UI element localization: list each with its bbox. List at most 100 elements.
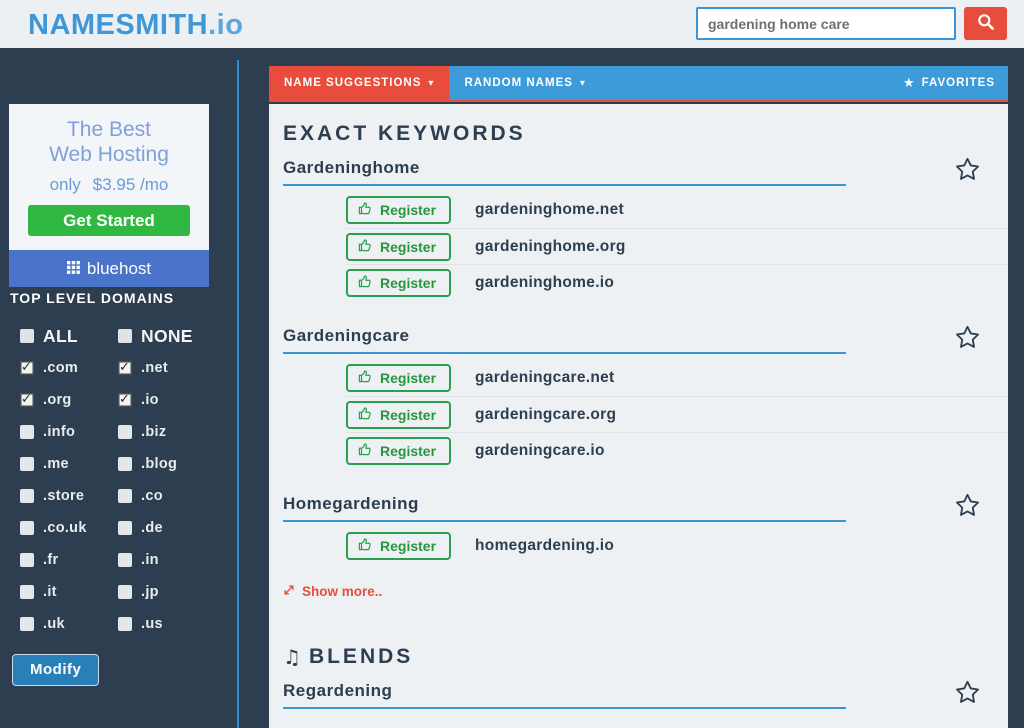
favorites-link[interactable]: ★ FAVORITES <box>890 66 1008 100</box>
checkbox-icon[interactable] <box>118 617 132 631</box>
section-heading-blends: ♫ BLENDS <box>283 645 1008 669</box>
tld-option-all[interactable]: ALL <box>20 326 118 347</box>
register-button[interactable]: Register <box>346 364 451 392</box>
group-title: Gardeningcare <box>283 326 846 354</box>
register-button[interactable]: Register <box>346 233 451 261</box>
tld-option-jp[interactable]: .jp <box>118 584 216 600</box>
tab-name-suggestions[interactable]: NAME SUGGESTIONS ▾ <box>269 66 449 100</box>
thumbs-up-icon <box>358 201 373 219</box>
register-button[interactable]: Register <box>346 196 451 224</box>
domain-name: gardeningcare.io <box>475 442 605 460</box>
checkbox-icon[interactable] <box>118 585 132 599</box>
thumbs-up-icon <box>358 238 373 256</box>
chevron-down-icon: ▾ <box>428 78 434 89</box>
domain-row: Register gardeninghome.io <box>346 264 1008 300</box>
ad-headline-line2: Web Hosting <box>9 142 209 167</box>
favorite-star-icon[interactable] <box>954 679 981 709</box>
register-button[interactable]: Register <box>346 401 451 429</box>
show-more-link[interactable]: Show more.. <box>283 584 382 599</box>
modify-button[interactable]: Modify <box>12 654 99 686</box>
domain-row: Register gardeninghome.org <box>346 228 1008 264</box>
register-button[interactable]: Register <box>346 437 451 465</box>
checkbox-icon[interactable] <box>20 393 34 407</box>
page: NAMESMITH.io The Best Web Hosting only $… <box>0 0 1024 728</box>
tld-option-info[interactable]: .info <box>20 424 118 440</box>
tld-option-store[interactable]: .store <box>20 488 118 504</box>
grid-icon <box>67 259 80 279</box>
tld-option-uk[interactable]: .uk <box>20 616 118 632</box>
checkbox-icon[interactable] <box>118 457 132 471</box>
section-heading-exact-keywords: EXACT KEYWORDS <box>283 122 1008 146</box>
tld-row: .org .io <box>20 384 232 416</box>
tld-option-none[interactable]: NONE <box>118 326 216 347</box>
checkbox-icon[interactable] <box>20 553 34 567</box>
domain-row: Register gardeningcare.io <box>346 432 1008 468</box>
checkbox-icon[interactable] <box>20 425 34 439</box>
tld-option-co[interactable]: .co <box>118 488 216 504</box>
ad-body: The Best Web Hosting only $3.95 /mo Get … <box>9 104 209 250</box>
tld-option-in[interactable]: .in <box>118 552 216 568</box>
thumbs-up-icon <box>358 442 373 460</box>
domain-name: homegardening.io <box>475 537 614 555</box>
checkbox-icon[interactable] <box>118 521 132 535</box>
checkbox-icon[interactable] <box>20 521 34 535</box>
domain-name: gardeningcare.org <box>475 406 616 424</box>
checkbox-icon[interactable] <box>118 329 132 343</box>
group-title: Gardeninghome <box>283 158 846 186</box>
tld-row: .co.uk .de <box>20 512 232 544</box>
tld-row: .fr .in <box>20 544 232 576</box>
tab-random-names[interactable]: RANDOM NAMES ▾ <box>449 66 601 100</box>
search-icon <box>976 12 996 35</box>
tld-option-com[interactable]: .com <box>20 360 118 376</box>
checkbox-icon[interactable] <box>20 361 34 375</box>
hosting-ad[interactable]: The Best Web Hosting only $3.95 /mo Get … <box>9 104 209 287</box>
sidebar-divider <box>237 60 239 728</box>
domain-row: Register homegardening.io <box>346 528 1008 564</box>
register-button[interactable]: Register <box>346 269 451 297</box>
domain-name: gardeningcare.net <box>475 369 614 387</box>
checkbox-icon[interactable] <box>20 329 34 343</box>
register-button[interactable]: Register <box>346 532 451 560</box>
favorite-star-icon[interactable] <box>954 492 981 522</box>
tld-option-it[interactable]: .it <box>20 584 118 600</box>
tld-option-us[interactable]: .us <box>118 616 216 632</box>
group-title: Homegardening <box>283 494 846 522</box>
tld-option-couk[interactable]: .co.uk <box>20 520 118 536</box>
site-logo[interactable]: NAMESMITH.io <box>28 9 243 42</box>
domain-name: gardeninghome.io <box>475 274 614 292</box>
ad-brand-bar[interactable]: bluehost <box>9 250 209 287</box>
domain-name: gardeninghome.net <box>475 201 624 219</box>
tld-row: .it .jp <box>20 576 232 608</box>
checkbox-icon[interactable] <box>20 457 34 471</box>
domain-row: Register gardeninghome.net <box>346 192 1008 228</box>
favorite-star-icon[interactable] <box>954 156 981 186</box>
keyword-group-gardeningcare: Gardeningcare Register gardeningcare.net <box>283 326 1008 468</box>
thumbs-up-icon <box>358 406 373 424</box>
get-started-button[interactable]: Get Started <box>28 205 190 236</box>
tld-filter-list: ALL NONE .com .net .org . <box>20 320 232 640</box>
checkbox-icon[interactable] <box>118 361 132 375</box>
tld-heading: TOP LEVEL DOMAINS <box>10 290 174 306</box>
chevron-down-icon: ▾ <box>580 78 586 89</box>
tld-option-me[interactable]: .me <box>20 456 118 472</box>
tld-option-org[interactable]: .org <box>20 392 118 408</box>
tld-option-io[interactable]: .io <box>118 392 216 408</box>
ad-brand-name: bluehost <box>87 259 151 279</box>
checkbox-icon[interactable] <box>20 617 34 631</box>
checkbox-icon[interactable] <box>118 553 132 567</box>
tld-option-net[interactable]: .net <box>118 360 216 376</box>
checkbox-icon[interactable] <box>118 425 132 439</box>
favorite-star-icon[interactable] <box>954 324 981 354</box>
tld-option-fr[interactable]: .fr <box>20 552 118 568</box>
checkbox-icon[interactable] <box>118 393 132 407</box>
tld-option-de[interactable]: .de <box>118 520 216 536</box>
search-button[interactable] <box>964 7 1007 40</box>
checkbox-icon[interactable] <box>20 585 34 599</box>
tld-option-biz[interactable]: .biz <box>118 424 216 440</box>
keyword-group-gardeninghome: Gardeninghome Register gardeninghome.net <box>283 158 1008 300</box>
search-input[interactable] <box>696 7 956 40</box>
checkbox-icon[interactable] <box>118 489 132 503</box>
checkbox-icon[interactable] <box>20 489 34 503</box>
ad-price-prefix: only <box>50 175 81 195</box>
tld-option-blog[interactable]: .blog <box>118 456 216 472</box>
